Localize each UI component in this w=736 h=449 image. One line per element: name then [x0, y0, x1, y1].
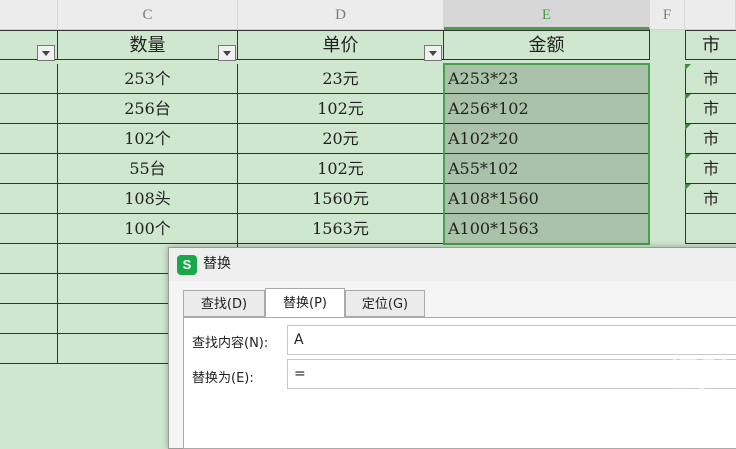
- empty-cell[interactable]: [0, 304, 58, 334]
- column-header-b[interactable]: [0, 0, 58, 30]
- wps-app-icon: S: [177, 255, 197, 275]
- table-cell-qty[interactable]: 100个: [58, 214, 238, 244]
- table-cell-price[interactable]: 23元: [238, 64, 444, 94]
- table-cell-b[interactable]: [0, 64, 58, 94]
- table-cell-qty[interactable]: 256台: [58, 94, 238, 124]
- table-cell-b[interactable]: [0, 94, 58, 124]
- cell-error-indicator: [685, 124, 691, 130]
- table-cell-price[interactable]: 102元: [238, 94, 444, 124]
- table-cell-partial[interactable]: [685, 214, 736, 244]
- table-cell-amount[interactable]: A256*102: [444, 94, 650, 124]
- table-cell-price[interactable]: 1563元: [238, 214, 444, 244]
- table-cell-amount[interactable]: A100*1563: [444, 214, 650, 244]
- tab-goto[interactable]: 定位(G): [345, 290, 425, 317]
- filter-dropdown-b[interactable]: [37, 45, 55, 61]
- column-header-f[interactable]: F: [650, 0, 685, 30]
- header-cell-partial[interactable]: 市: [685, 30, 736, 60]
- cell-error-indicator: [685, 64, 691, 70]
- dialog-title: 替换: [203, 256, 231, 272]
- table-cell-b[interactable]: [0, 154, 58, 184]
- table-cell-partial[interactable]: 市: [685, 64, 736, 94]
- table-cell-price[interactable]: 1560元: [238, 184, 444, 214]
- table-cell-partial[interactable]: 市: [685, 124, 736, 154]
- table-cell-amount[interactable]: A253*23: [444, 64, 650, 94]
- header-cell-qty[interactable]: 数量: [58, 30, 238, 60]
- dialog-titlebar[interactable]: S 替换: [169, 248, 736, 281]
- table-cell-qty[interactable]: 102个: [58, 124, 238, 154]
- cell-error-indicator: [685, 94, 691, 100]
- table-cell-qty[interactable]: 55台: [58, 154, 238, 184]
- cell-error-indicator: [685, 184, 691, 190]
- empty-cell[interactable]: [0, 334, 58, 364]
- watermark-site: jingyan.baidu.com: [566, 397, 694, 411]
- table-cell-price[interactable]: 20元: [238, 124, 444, 154]
- table-cell-b[interactable]: [0, 184, 58, 214]
- table-cell-b[interactable]: [0, 214, 58, 244]
- replace-label: 替换为(E):: [192, 371, 254, 386]
- filter-dropdown-qty[interactable]: [218, 45, 236, 61]
- watermark-logo: Baidu经验: [560, 356, 730, 394]
- empty-cell[interactable]: [0, 244, 58, 274]
- table-cell-amount[interactable]: A55*102: [444, 154, 650, 184]
- baidu-jingyan-watermark: Baidu经验 jingyan.baidu.com: [560, 345, 735, 420]
- find-label: 查找内容(N):: [192, 336, 269, 351]
- header-cell-amount[interactable]: 金额: [444, 30, 650, 60]
- column-header-g[interactable]: [685, 0, 736, 30]
- column-header-e[interactable]: E: [444, 0, 650, 30]
- table-cell-price[interactable]: 102元: [238, 154, 444, 184]
- empty-cell[interactable]: [0, 274, 58, 304]
- tab-find[interactable]: 查找(D): [183, 290, 265, 317]
- filter-dropdown-price[interactable]: [424, 45, 442, 61]
- table-cell-qty[interactable]: 108头: [58, 184, 238, 214]
- table-cell-partial[interactable]: 市: [685, 184, 736, 214]
- column-header-c[interactable]: C: [58, 0, 238, 30]
- table-cell-partial[interactable]: 市: [685, 94, 736, 124]
- tab-replace[interactable]: 替换(P): [265, 288, 345, 318]
- table-cell-amount[interactable]: A102*20: [444, 124, 650, 154]
- cell-error-indicator: [685, 154, 691, 160]
- column-header-d[interactable]: D: [238, 0, 444, 30]
- table-cell-amount[interactable]: A108*1560: [444, 184, 650, 214]
- table-cell-qty[interactable]: 253个: [58, 64, 238, 94]
- header-cell-price[interactable]: 单价: [238, 30, 444, 60]
- table-cell-b[interactable]: [0, 124, 58, 154]
- table-cell-partial[interactable]: 市: [685, 154, 736, 184]
